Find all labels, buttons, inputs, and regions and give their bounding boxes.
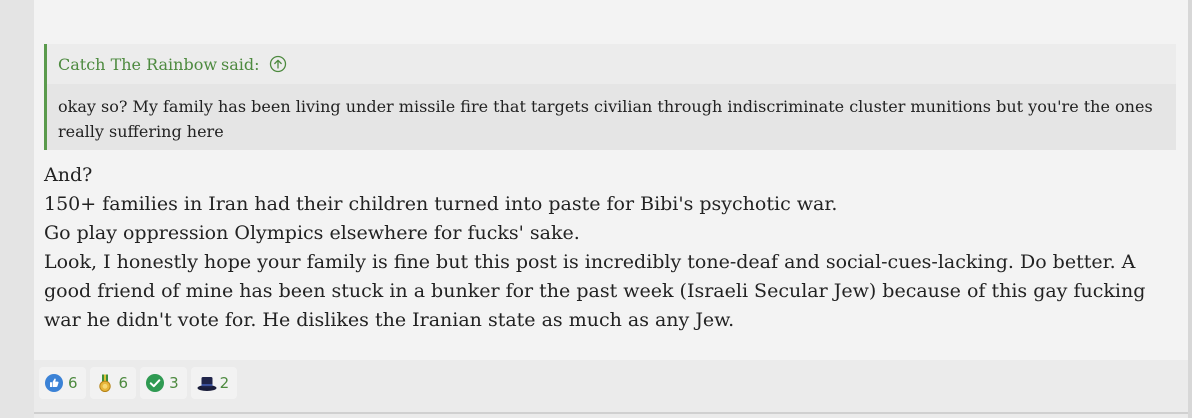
post-body: Catch The Rainbow said: okay so? My fami… bbox=[34, 0, 1188, 360]
reaction-like[interactable]: 6 bbox=[39, 367, 86, 399]
reactions-bar: 6 6 3 2 bbox=[39, 367, 238, 399]
quote-said-label: said: bbox=[221, 54, 260, 74]
post-message: And? 150+ families in Iran had their chi… bbox=[44, 161, 1178, 335]
quote-block: Catch The Rainbow said: okay so? My fami… bbox=[44, 44, 1176, 150]
post-divider bbox=[34, 412, 1188, 414]
thumbs-up-icon bbox=[45, 374, 63, 392]
quote-header[interactable]: Catch The Rainbow said: bbox=[47, 44, 1176, 84]
checkmark-icon bbox=[146, 374, 165, 392]
message-line: And? bbox=[44, 164, 93, 186]
reaction-medal[interactable]: 6 bbox=[89, 367, 137, 399]
reaction-count: 3 bbox=[169, 374, 179, 392]
post-border bbox=[1188, 0, 1192, 418]
forum-post: Catch The Rainbow said: okay so? My fami… bbox=[34, 0, 1188, 418]
jump-to-quote-icon[interactable] bbox=[269, 55, 287, 73]
reaction-agree[interactable]: 3 bbox=[140, 367, 187, 399]
message-line: Look, I honestly hope your family is fin… bbox=[44, 251, 1146, 331]
reaction-count: 6 bbox=[118, 374, 129, 392]
reaction-count: 6 bbox=[68, 374, 78, 392]
reaction-classy[interactable]: 2 bbox=[190, 367, 238, 399]
message-line: Go play oppression Olympics elsewhere fo… bbox=[44, 222, 580, 244]
message-line: 150+ families in Iran had their children… bbox=[44, 193, 838, 215]
quote-text: okay so? My family has been living under… bbox=[47, 84, 1176, 150]
top-hat-icon bbox=[197, 374, 217, 392]
reaction-count: 2 bbox=[219, 374, 230, 392]
medal-icon bbox=[96, 374, 114, 392]
quote-author[interactable]: Catch The Rainbow bbox=[58, 55, 217, 74]
